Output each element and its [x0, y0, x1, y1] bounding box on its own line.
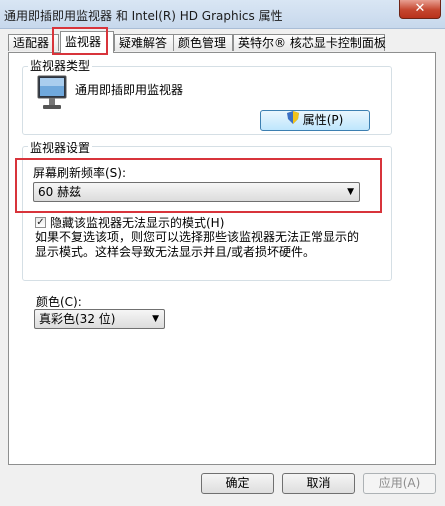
window-title: 通用即插即用监视器 和 Intel(R) HD Graphics 属性	[4, 9, 283, 23]
properties-button[interactable]: 属性(P)	[260, 110, 370, 131]
refresh-rate-label: 屏幕刷新频率(S):	[33, 166, 127, 180]
ok-button[interactable]: 确定	[201, 473, 274, 494]
close-button[interactable]: ✕	[399, 0, 441, 19]
refresh-rate-select[interactable]: 60 赫兹 ▼	[33, 182, 360, 202]
chevron-down-icon: ▼	[347, 187, 354, 197]
monitor-icon	[37, 75, 67, 111]
highlight-monitor-tab	[52, 27, 108, 55]
color-depth-value: 真彩色(32 位)	[39, 312, 116, 326]
cancel-button[interactable]: 取消	[282, 473, 355, 494]
monitor-name: 通用即插即用监视器	[75, 83, 184, 97]
hide-modes-checkbox[interactable]: ✓	[35, 217, 46, 228]
hide-modes-label: 隐藏该监视器无法显示的模式(H)	[50, 216, 225, 230]
shield-icon	[286, 111, 299, 130]
tab-color-management[interactable]: 颜色管理	[173, 34, 233, 51]
properties-label: 属性(P)	[302, 113, 344, 127]
properties-dialog: 通用即插即用监视器 和 Intel(R) HD Graphics 属性 ✕ 适配…	[0, 0, 445, 506]
refresh-rate-value: 60 赫兹	[38, 185, 82, 199]
chevron-down-icon: ▼	[152, 314, 159, 324]
color-label: 颜色(C):	[36, 295, 82, 309]
monitor-type-group-label: 监视器类型	[28, 57, 93, 74]
monitor-tab-panel: 监视器类型 通用即插即用监视器 属性(P) 监视器设置 屏幕刷新频率(S): 6…	[8, 52, 436, 465]
tab-troubleshoot[interactable]: 疑难解答	[114, 34, 174, 51]
hide-modes-description: 如果不复选该项，则您可以选择那些该监视器无法正常显示的显示模式。这样会导致无法显…	[35, 230, 360, 259]
title-bar[interactable]: 通用即插即用监视器 和 Intel(R) HD Graphics 属性 ✕	[0, 0, 445, 29]
apply-button[interactable]: 应用(A)	[363, 473, 436, 494]
monitor-settings-group-label: 监视器设置	[28, 139, 93, 156]
color-depth-select[interactable]: 真彩色(32 位) ▼	[34, 309, 165, 329]
tab-intel-graphics-panel[interactable]: 英特尔® 核芯显卡控制面板	[233, 34, 386, 51]
